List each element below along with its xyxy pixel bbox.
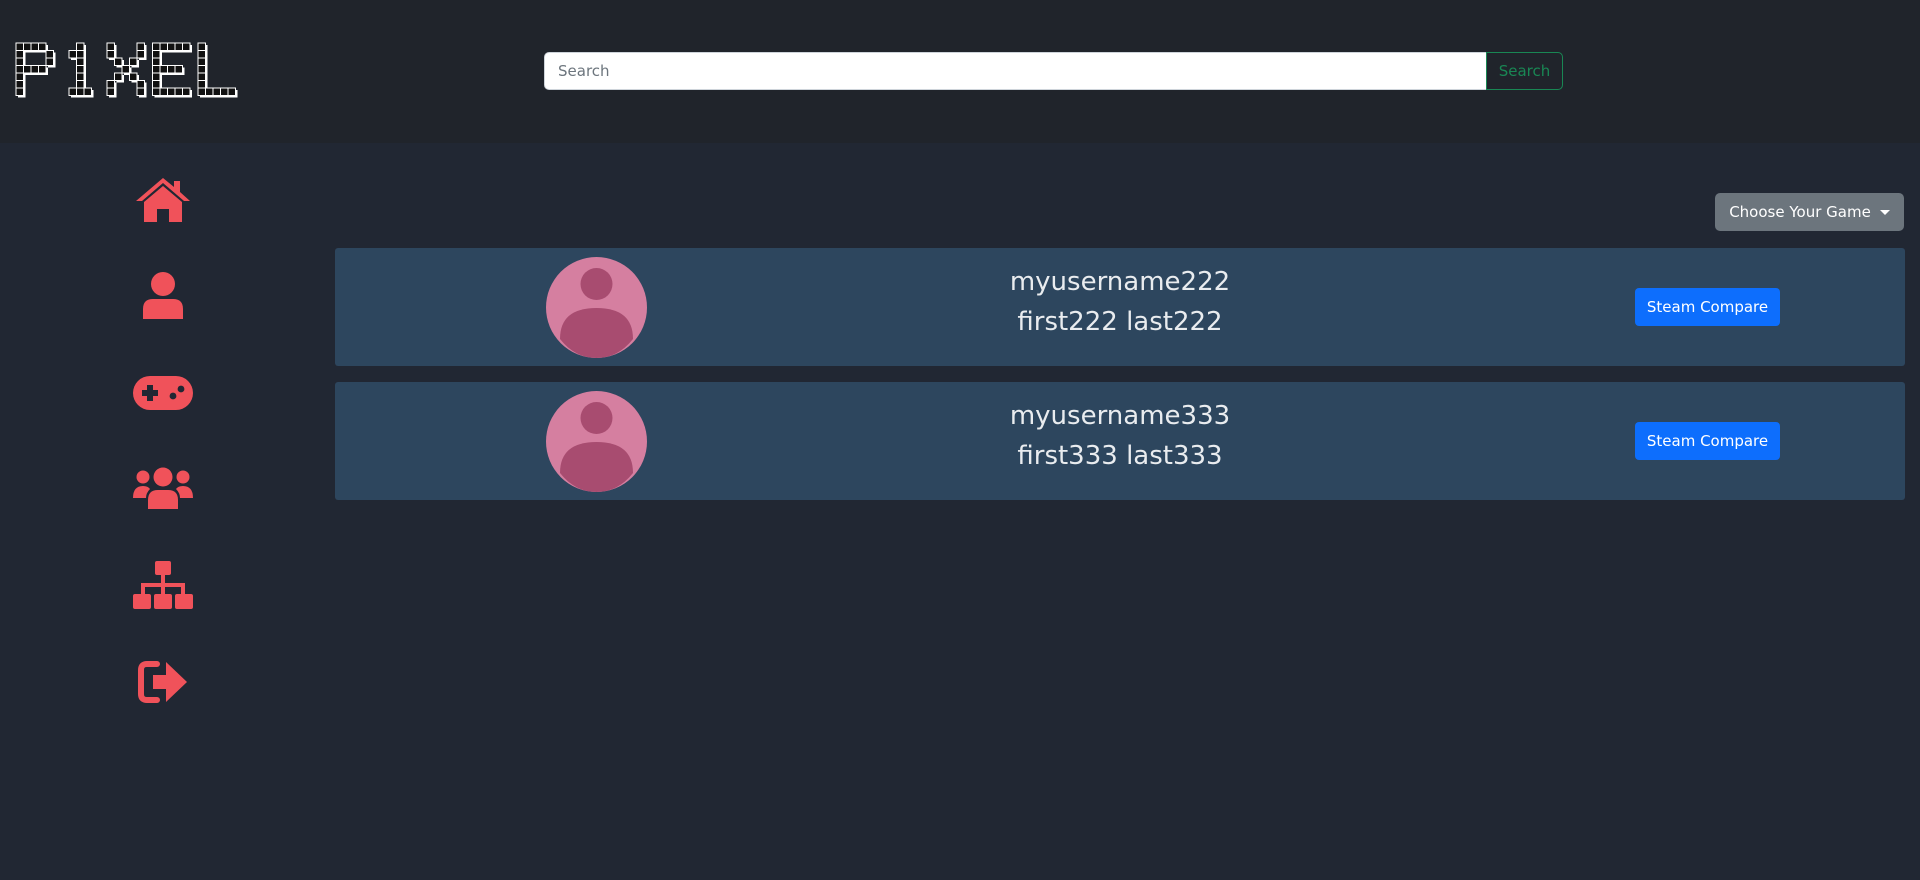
full-name: first222 last222 xyxy=(1017,307,1223,337)
user-info: myusername333 first333 last333 xyxy=(870,396,1370,476)
pixel-logo[interactable] xyxy=(14,40,259,100)
username: myusername222 xyxy=(1009,267,1231,297)
steam-compare-button[interactable]: Steam Compare xyxy=(1635,422,1780,460)
search-button[interactable]: Search xyxy=(1486,52,1563,90)
full-name: first333 last333 xyxy=(1017,441,1223,471)
top-header: Search xyxy=(0,0,1920,143)
user-icon xyxy=(143,272,183,319)
caret-down-icon xyxy=(1879,209,1890,215)
default-avatar-icon xyxy=(560,402,633,492)
default-avatar-icon xyxy=(560,268,633,358)
avatar[interactable] xyxy=(546,391,647,492)
sitemap-icon xyxy=(133,561,193,609)
avatar[interactable] xyxy=(546,257,647,358)
sidebar-item-logout[interactable] xyxy=(130,652,196,712)
search-input[interactable] xyxy=(544,52,1487,90)
sidebar-item-profile[interactable] xyxy=(130,266,196,326)
user-card: myusername333 first333 last333 Steam Com… xyxy=(335,382,1905,500)
choose-game-label: Choose Your Game xyxy=(1729,203,1871,221)
sidebar-item-games[interactable] xyxy=(130,363,196,423)
username: myusername333 xyxy=(1009,401,1231,431)
sidebar-item-tournaments[interactable] xyxy=(130,555,196,615)
sidebar-item-home[interactable] xyxy=(130,170,196,230)
users-icon xyxy=(133,467,193,509)
sidebar-item-friends[interactable] xyxy=(130,458,196,518)
choose-game-dropdown[interactable]: Choose Your Game xyxy=(1715,193,1904,231)
user-card: myusername222 first222 last222 Steam Com… xyxy=(335,248,1905,366)
home-icon xyxy=(136,178,190,222)
steam-compare-button[interactable]: Steam Compare xyxy=(1635,288,1780,326)
user-info: myusername222 first222 last222 xyxy=(870,262,1370,342)
gamepad-icon xyxy=(133,376,193,410)
sign-out-icon xyxy=(138,661,187,703)
